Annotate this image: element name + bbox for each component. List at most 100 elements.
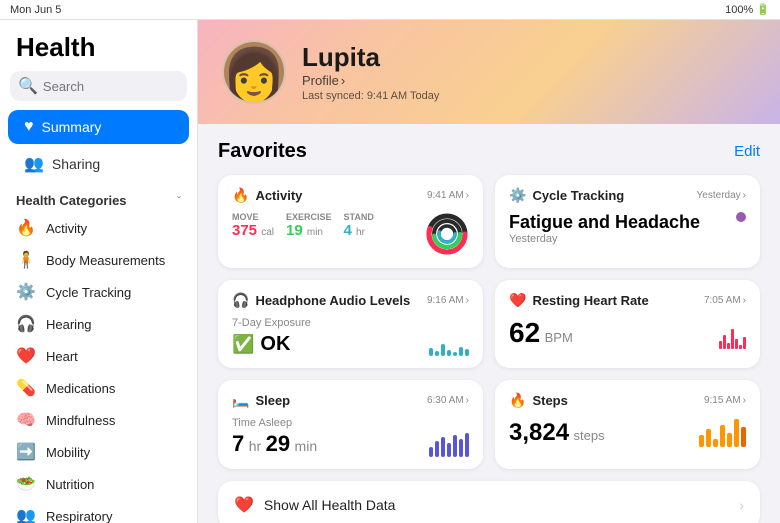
main-layout: Health 🔍 🎤 ♥ Summary 👥 Sharing Health Ca…	[0, 20, 780, 523]
card-title-group: ❤️ Resting Heart Rate	[509, 292, 649, 309]
category-label: Hearing	[46, 317, 92, 332]
headphone-icon: 🎧	[232, 292, 249, 309]
summary-icon: ♥	[24, 118, 34, 136]
categories-header: Health Categories ˇ	[0, 183, 197, 212]
sidebar-item-mobility[interactable]: ➡️ Mobility	[0, 436, 197, 468]
activity-card-time: 9:41 AM ›	[427, 190, 469, 201]
chart-bar	[453, 435, 457, 457]
chart-bar	[720, 425, 725, 447]
profile-link[interactable]: Profile ›	[302, 73, 439, 88]
move-metric: Move 375 cal	[232, 212, 274, 239]
edit-button[interactable]: Edit	[734, 143, 760, 160]
sleep-bars-chart	[429, 433, 469, 457]
exposure-group: 7-Day Exposure ✅ OK	[232, 317, 311, 356]
chart-bar	[739, 345, 742, 349]
headphone-content: 7-Day Exposure ✅ OK	[232, 317, 469, 356]
sidebar-item-hearing[interactable]: 🎧 Hearing	[0, 308, 197, 340]
profile-name: Lupita	[302, 42, 439, 73]
chevron-icon: ˇ	[177, 194, 181, 208]
respiratory-icon: 👥	[16, 506, 36, 523]
chevron-icon: ›	[743, 395, 746, 406]
chart-bar	[699, 435, 704, 447]
sleep-card-title: Sleep	[255, 393, 290, 408]
card-title-group: 🔥 Steps	[509, 392, 568, 409]
sidebar-item-heart[interactable]: ❤️ Heart	[0, 340, 197, 372]
cycle-tracking-card[interactable]: ⚙️ Cycle Tracking Yesterday › Fatigue an…	[495, 175, 760, 268]
sleep-label: Time Asleep	[232, 417, 317, 429]
steps-card[interactable]: 🔥 Steps 9:15 AM › 3,824 steps	[495, 380, 760, 469]
heart-rate-card[interactable]: ❤️ Resting Heart Rate 7:05 AM › 62 BPM	[495, 280, 760, 368]
chart-bar	[435, 441, 439, 457]
status-center: ⠀⠀⠀	[381, 3, 405, 16]
move-value: 375 cal	[232, 222, 274, 239]
sidebar-item-summary[interactable]: ♥ Summary	[8, 110, 189, 144]
bar	[429, 348, 433, 356]
steps-count: 3,824	[509, 419, 569, 446]
show-all-row[interactable]: ❤️ Show All Health Data ›	[218, 481, 760, 523]
activity-ring	[425, 212, 469, 256]
category-label: Body Measurements	[46, 253, 165, 268]
sleep-card-icon: 🛏️	[232, 392, 249, 409]
exercise-value: 19 min	[286, 222, 332, 239]
headphone-card[interactable]: 🎧 Headphone Audio Levels 9:16 AM › 7-Day…	[218, 280, 483, 368]
sidebar-item-cycle[interactable]: ⚙️ Cycle Tracking	[0, 276, 197, 308]
mindfulness-icon: 🧠	[16, 410, 36, 430]
bar	[447, 350, 451, 356]
cycle-card-time: Yesterday ›	[697, 190, 746, 201]
card-header: 🎧 Headphone Audio Levels 9:16 AM ›	[232, 292, 469, 309]
category-label: Activity	[46, 221, 87, 236]
card-title-group: 🎧 Headphone Audio Levels	[232, 292, 410, 309]
sidebar-item-nutrition[interactable]: 🥗 Nutrition	[0, 468, 197, 500]
steps-bars-chart	[699, 417, 746, 447]
exposure-label: 7-Day Exposure	[232, 317, 311, 329]
avatar: 👩	[222, 40, 286, 104]
cycle-card-icon: ⚙️	[509, 187, 526, 204]
cycle-text-group: Fatigue and Headache Yesterday	[509, 212, 700, 245]
favorites-header: Favorites Edit	[218, 140, 760, 163]
search-bar[interactable]: 🔍 🎤	[10, 71, 187, 101]
sidebar-item-label: Summary	[42, 119, 102, 135]
sleep-card-time: 6:30 AM ›	[427, 395, 469, 406]
ok-checkmark-icon: ✅	[232, 334, 254, 355]
avatar-image: 👩	[222, 50, 286, 102]
sleep-card[interactable]: 🛏️ Sleep 6:30 AM › Time Asleep 7	[218, 380, 483, 469]
sidebar-item-body[interactable]: 🧍 Body Measurements	[0, 244, 197, 276]
sidebar-item-activity[interactable]: 🔥 Activity	[0, 212, 197, 244]
sidebar-item-sharing[interactable]: 👥 Sharing	[8, 146, 189, 182]
heart-rate-card-time: 7:05 AM ›	[704, 295, 746, 306]
mobility-icon: ➡️	[16, 442, 36, 462]
steps-unit: steps	[574, 428, 605, 443]
sidebar-item-respiratory[interactable]: 👥 Respiratory	[0, 500, 197, 523]
category-label: Heart	[46, 349, 78, 364]
chevron-icon: ›	[466, 295, 469, 306]
sidebar-item-medications[interactable]: 💊 Medications	[0, 372, 197, 404]
activity-icon: 🔥	[16, 218, 36, 238]
chart-bar	[727, 433, 732, 447]
chevron-icon: ›	[743, 190, 746, 201]
status-bar: Mon Jun 5 ⠀⠀⠀ 100% 🔋	[0, 0, 780, 20]
headphone-card-time: 9:16 AM ›	[427, 295, 469, 306]
bar	[459, 347, 463, 356]
ok-badge: ✅ OK	[232, 333, 311, 356]
search-input[interactable]	[43, 79, 198, 94]
category-label: Medications	[46, 381, 115, 396]
chart-bar	[719, 341, 722, 349]
sidebar-item-mindfulness[interactable]: 🧠 Mindfulness	[0, 404, 197, 436]
sleep-min-label: min	[295, 438, 318, 454]
activity-card[interactable]: 🔥 Activity 9:41 AM › Move 375	[218, 175, 483, 268]
show-all-text: Show All Health Data	[264, 497, 729, 513]
heart-show-all-icon: ❤️	[234, 495, 254, 515]
favorites-title: Favorites	[218, 140, 307, 163]
heart-rate-chart	[719, 319, 746, 349]
activity-card-icon: 🔥	[232, 187, 249, 204]
heart-icon: ❤️	[16, 346, 36, 366]
chart-bar	[735, 339, 738, 349]
card-title-group: 🛏️ Sleep	[232, 392, 290, 409]
sleep-minutes: 29	[266, 431, 290, 456]
bpm-value: 62	[509, 317, 540, 348]
chart-bar	[713, 439, 718, 447]
body-icon: 🧍	[16, 250, 36, 270]
cycle-dot-indicator	[736, 212, 746, 222]
exposure-bars	[429, 332, 469, 356]
status-battery: 100% 🔋	[725, 3, 770, 16]
